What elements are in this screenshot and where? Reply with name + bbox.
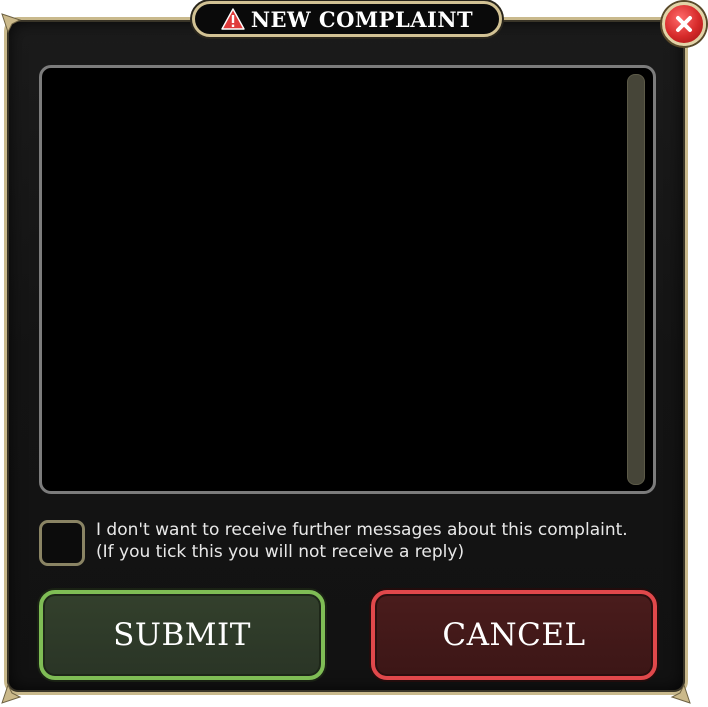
- submit-button[interactable]: SUBMIT: [39, 590, 325, 680]
- opt-out-label-line2: (If you tick this you will not receive a…: [96, 542, 465, 562]
- dialog-title-banner: NEW COMPLAINT: [192, 1, 502, 37]
- corner-ornament-bottom-right-icon: [670, 683, 692, 705]
- corner-ornament-top-left-icon: [0, 12, 22, 34]
- complaint-dialog-root: NEW COMPLAINT I don't want to receive fu…: [0, 0, 708, 707]
- complaint-message-box: [39, 65, 656, 494]
- submit-button-label: SUBMIT: [113, 617, 251, 653]
- cancel-button[interactable]: CANCEL: [371, 590, 657, 680]
- dialog-title: NEW COMPLAINT: [250, 6, 474, 32]
- corner-ornament-bottom-left-icon: [0, 683, 22, 705]
- opt-out-checkbox[interactable]: [39, 520, 85, 566]
- warning-triangle-icon: [221, 8, 245, 30]
- close-icon: [676, 16, 692, 32]
- close-button[interactable]: [662, 2, 706, 46]
- opt-out-label[interactable]: I don't want to receive further messages…: [96, 519, 628, 563]
- complaint-message-input[interactable]: [52, 76, 626, 485]
- message-scrollbar[interactable]: [627, 74, 645, 485]
- opt-out-label-line1: I don't want to receive further messages…: [96, 520, 628, 540]
- cancel-button-label: CANCEL: [442, 617, 586, 653]
